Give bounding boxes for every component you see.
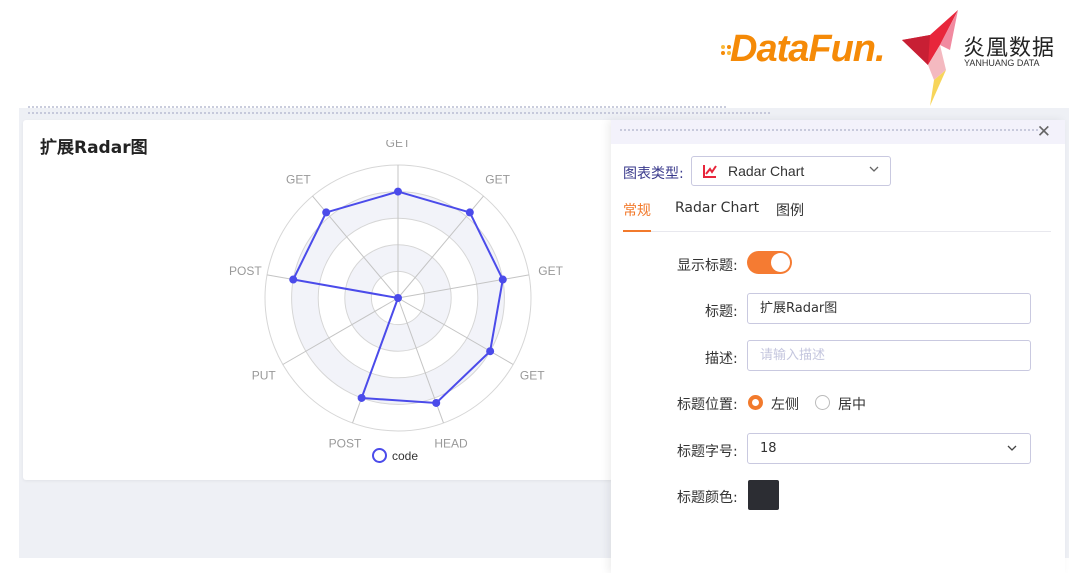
radar-data-point (394, 294, 402, 302)
title-size-select[interactable]: 18 (747, 433, 1031, 464)
tab-general[interactable]: 常规 (623, 200, 651, 232)
datafun-dots-icon (721, 45, 731, 55)
radar-data-point (322, 208, 331, 217)
description-input[interactable]: 请输入描述 (747, 340, 1031, 371)
radar-data-point (432, 398, 441, 407)
close-icon[interactable]: ✕ (1037, 122, 1051, 142)
title-color-swatch[interactable] (748, 480, 779, 510)
toggle-knob (771, 253, 790, 272)
title-size-label: 标题字号: (677, 444, 738, 460)
settings-panel: ✕ 图表类型: Radar Chart 常规 Radar Chart 图例 显示… (611, 120, 1065, 573)
chart-type-value: Radar Chart (728, 163, 805, 179)
radar-data-point (498, 275, 507, 284)
position-center-label[interactable]: 居中 (838, 394, 866, 414)
description-label: 描述: (705, 351, 738, 367)
radar-axis-label: PUT (252, 369, 277, 383)
chevron-down-icon (869, 166, 879, 172)
radar-axis-label: GET (386, 140, 411, 150)
radar-axis-label: GET (485, 172, 510, 186)
title-color-label: 标题颜色: (677, 490, 738, 506)
radar-data-point (394, 187, 402, 196)
radar-data-point (486, 347, 495, 356)
title-position-label: 标题位置: (677, 397, 738, 413)
panel-header[interactable]: ✕ (611, 120, 1065, 144)
yanhuang-bird-icon (902, 10, 958, 106)
drag-handle-strip[interactable] (27, 106, 727, 108)
tab-radar-chart[interactable]: Radar Chart (675, 200, 759, 226)
radar-axis-label: GET (520, 369, 545, 383)
tab-legend[interactable]: 图例 (776, 200, 804, 230)
position-left-label[interactable]: 左侧 (771, 394, 799, 414)
radar-axis-label: POST (229, 264, 262, 278)
radar-data-point (289, 275, 298, 284)
radar-chart: GET GET GET GET HEAD POST PUT POST GET (229, 140, 564, 451)
settings-tabs: 常规 Radar Chart 图例 (623, 198, 1051, 232)
datafun-logo: DataFun. (721, 28, 886, 71)
position-center-radio[interactable] (815, 395, 830, 410)
position-left-radio[interactable] (748, 395, 763, 410)
title-input[interactable]: 扩展Radar图 (747, 293, 1031, 324)
show-title-label: 显示标题: (677, 258, 738, 274)
size-chevron-down-icon (1007, 445, 1017, 451)
title-size-value: 18 (760, 441, 777, 456)
radar-data-point (357, 393, 366, 402)
show-title-toggle[interactable] (747, 251, 792, 274)
datafun-wordmark: DataFun. (730, 28, 886, 70)
legend-circle-icon (372, 448, 387, 463)
chart-type-label: 图表类型: (623, 166, 684, 182)
screenshot-root: DataFun. 炎凰数据 YANHUANG DATA 扩展Radar图 GET… (0, 0, 1080, 573)
panel-drag-strip[interactable] (619, 129, 1039, 131)
radar-axis-label: POST (329, 437, 362, 451)
legend-label: code (392, 448, 419, 463)
title-label: 标题: (705, 304, 738, 320)
yanhuang-subtitle: YANHUANG DATA (964, 58, 1040, 68)
chart-type-select[interactable]: Radar Chart (691, 156, 891, 186)
drag-handle-strip-2[interactable] (27, 112, 772, 114)
radar-data-point (465, 208, 474, 217)
chart-title: 扩展Radar图 (40, 138, 148, 158)
radar-axis-label: HEAD (434, 437, 468, 451)
chart-legend[interactable]: code (372, 448, 418, 463)
line-chart-icon (703, 165, 717, 178)
radar-axis-label: GET (286, 172, 311, 186)
radar-axis-label: GET (538, 264, 563, 278)
